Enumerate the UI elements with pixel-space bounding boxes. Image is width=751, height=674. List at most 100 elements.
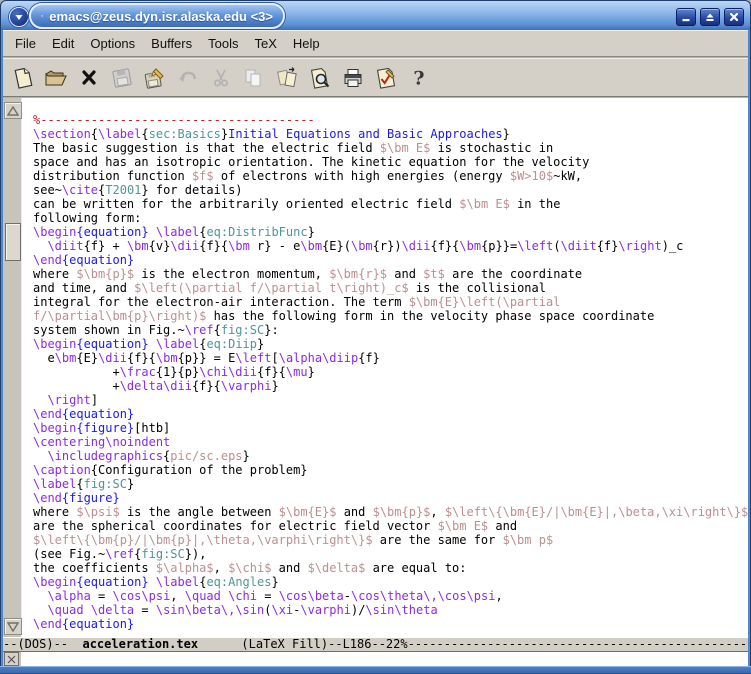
menu-item-tex[interactable]: TeX — [246, 32, 284, 55]
modeline-prefix: --(DOS)-- — [3, 637, 82, 651]
search-icon — [308, 66, 332, 90]
save-as-icon — [143, 66, 167, 90]
code-line: \centering\noindent — [33, 435, 748, 449]
menu-item-options[interactable]: Options — [82, 32, 143, 55]
arrow-up-icon — [7, 106, 19, 116]
emacs-gnu-icon — [41, 7, 43, 25]
code-line: The basic suggestion is that the electri… — [33, 141, 748, 155]
menu-item-file[interactable]: File — [7, 32, 44, 55]
minibuffer-scrollbar-stub — [3, 652, 21, 666]
code-line: where $\bm{p}$ is the electron momentum,… — [33, 267, 748, 281]
code-line: distribution function $f$ of electrons w… — [33, 169, 748, 183]
close-button[interactable] — [724, 8, 744, 26]
code-line: \end{equation} — [33, 253, 748, 267]
save-button — [109, 65, 135, 91]
scroll-up-button[interactable] — [4, 102, 22, 119]
minimize-button[interactable] — [676, 8, 696, 26]
code-line: integral for the electron-air interactio… — [33, 295, 748, 309]
maximize-icon — [704, 11, 716, 23]
save-as-button[interactable] — [142, 65, 168, 91]
emacs-window: emacs@zeus.dyn.isr.alaska.edu <3> FileE — [0, 0, 751, 674]
code-line: \section{\label{sec:Basics}Initial Equat… — [33, 127, 748, 141]
code-line: \quad \delta = \sin\beta\,\sin(\xi-\varp… — [33, 603, 748, 617]
kill-buffer-icon — [77, 66, 101, 90]
copy-button — [241, 65, 267, 91]
svg-text:?: ? — [413, 67, 424, 89]
code-line: %-------------------------------------- — [33, 113, 748, 127]
kill-buffer-button[interactable] — [76, 65, 102, 91]
menu-bar: FileEditOptionsBuffersToolsTeXHelp — [3, 30, 748, 57]
code-line: \begin{equation} \label{eq:Angles} — [33, 575, 748, 589]
help-icon: ? — [407, 66, 431, 90]
code-line: (see Fig.~\ref{fig:SC}), — [33, 547, 748, 561]
paste-icon — [275, 66, 299, 90]
scroll-down-button[interactable] — [4, 618, 22, 635]
paste-button[interactable] — [274, 65, 300, 91]
new-file-icon — [11, 66, 35, 90]
code-line: \begin{figure}[htb] — [33, 421, 748, 435]
code-line: \alpha = \cos\psi, \quad \chi = \cos\bet… — [33, 589, 748, 603]
code-line: +\delta\dii{f}{\varphi} — [33, 379, 748, 393]
code-line: system shown in Fig.~\ref{fig:SC}: — [33, 323, 748, 337]
code-line: \diit{f} + \bm{v}\dii{f}{\bm r} - e\bm{E… — [33, 239, 748, 253]
cut-icon — [209, 66, 233, 90]
code-line: the coefficients $\alpha$, $\chi$ and $\… — [33, 561, 748, 575]
code-line: \label{fig:SC} — [33, 477, 748, 491]
window-border-left — [0, 30, 3, 674]
save-icon — [110, 66, 134, 90]
undo-icon — [176, 66, 200, 90]
minimize-icon — [680, 11, 692, 23]
help-button[interactable]: ? — [406, 65, 432, 91]
menu-item-help[interactable]: Help — [285, 32, 328, 55]
menu-item-tools[interactable]: Tools — [200, 32, 246, 55]
maximize-button[interactable] — [700, 8, 720, 26]
undo-button — [175, 65, 201, 91]
vertical-scrollbar[interactable] — [3, 98, 22, 637]
close-icon — [728, 11, 740, 23]
minibuffer[interactable] — [3, 652, 748, 666]
preferences-button[interactable] — [373, 65, 399, 91]
minibuffer-scrollbar-box — [4, 652, 19, 666]
tool-bar: ? — [3, 58, 748, 97]
window-menu-button[interactable] — [9, 7, 29, 27]
mode-line: --(DOS)-- acceleration.tex (LaTeX Fill)-… — [3, 637, 748, 652]
buffer-text[interactable]: %--------------------------------------\… — [22, 98, 748, 637]
window-title: emacs@zeus.dyn.isr.alaska.edu <3> — [49, 9, 273, 24]
modeline-info: (LaTeX Fill)--L186--22% — [198, 637, 408, 651]
code-line: following form: — [33, 211, 748, 225]
open-file-button[interactable] — [43, 65, 69, 91]
code-line: see~\cite{T2001} for details) — [33, 183, 748, 197]
code-line: \begin{equation} \label{eq:Diip} — [33, 337, 748, 351]
code-line: \end{equation} — [33, 617, 748, 631]
window-border-bottom — [0, 666, 751, 674]
code-line: \includegraphics{pic/sc.eps} — [33, 449, 748, 463]
new-file-button[interactable] — [10, 65, 36, 91]
code-line: f/\partial\bm{p}\right)$ has the followi… — [33, 309, 748, 323]
code-line: space and has an isotropic orientation. … — [33, 155, 748, 169]
code-line: \caption{Configuration of the problem} — [33, 463, 748, 477]
code-line: \begin{equation} \label{eq:DistribFunc} — [33, 225, 748, 239]
cross-icon — [7, 655, 16, 664]
title-pill[interactable]: emacs@zeus.dyn.isr.alaska.edu <3> — [29, 3, 285, 29]
menu-item-buffers[interactable]: Buffers — [143, 32, 200, 55]
code-line: +\frac{1}{p}\chi\dii{f}{\mu} — [33, 365, 748, 379]
code-line: where $\psi$ is the angle between $\bm{E… — [33, 505, 748, 519]
code-line: are the spherical coordinates for electr… — [33, 519, 748, 533]
code-line: \end{figure} — [33, 491, 748, 505]
print-icon — [341, 66, 365, 90]
scrollbar-thumb[interactable] — [5, 223, 21, 261]
code-line: can be written for the arbitrarily orien… — [33, 197, 748, 211]
code-line: \end{equation} — [33, 407, 748, 421]
search-button[interactable] — [307, 65, 333, 91]
copy-icon — [242, 66, 266, 90]
code-line: $\left\{\bm{p}/|\bm{p}|,\theta,\varphi\r… — [33, 533, 748, 547]
preferences-icon — [374, 66, 398, 90]
code-line: \right] — [33, 393, 748, 407]
code-line: and time, and $\left(\partial f/\partial… — [33, 281, 748, 295]
chevron-down-icon — [13, 11, 25, 23]
arrow-down-icon — [7, 622, 19, 632]
print-button[interactable] — [340, 65, 366, 91]
open-file-icon — [44, 66, 68, 90]
menu-item-edit[interactable]: Edit — [44, 32, 82, 55]
titlebar[interactable]: emacs@zeus.dyn.isr.alaska.edu <3> — [0, 0, 751, 30]
